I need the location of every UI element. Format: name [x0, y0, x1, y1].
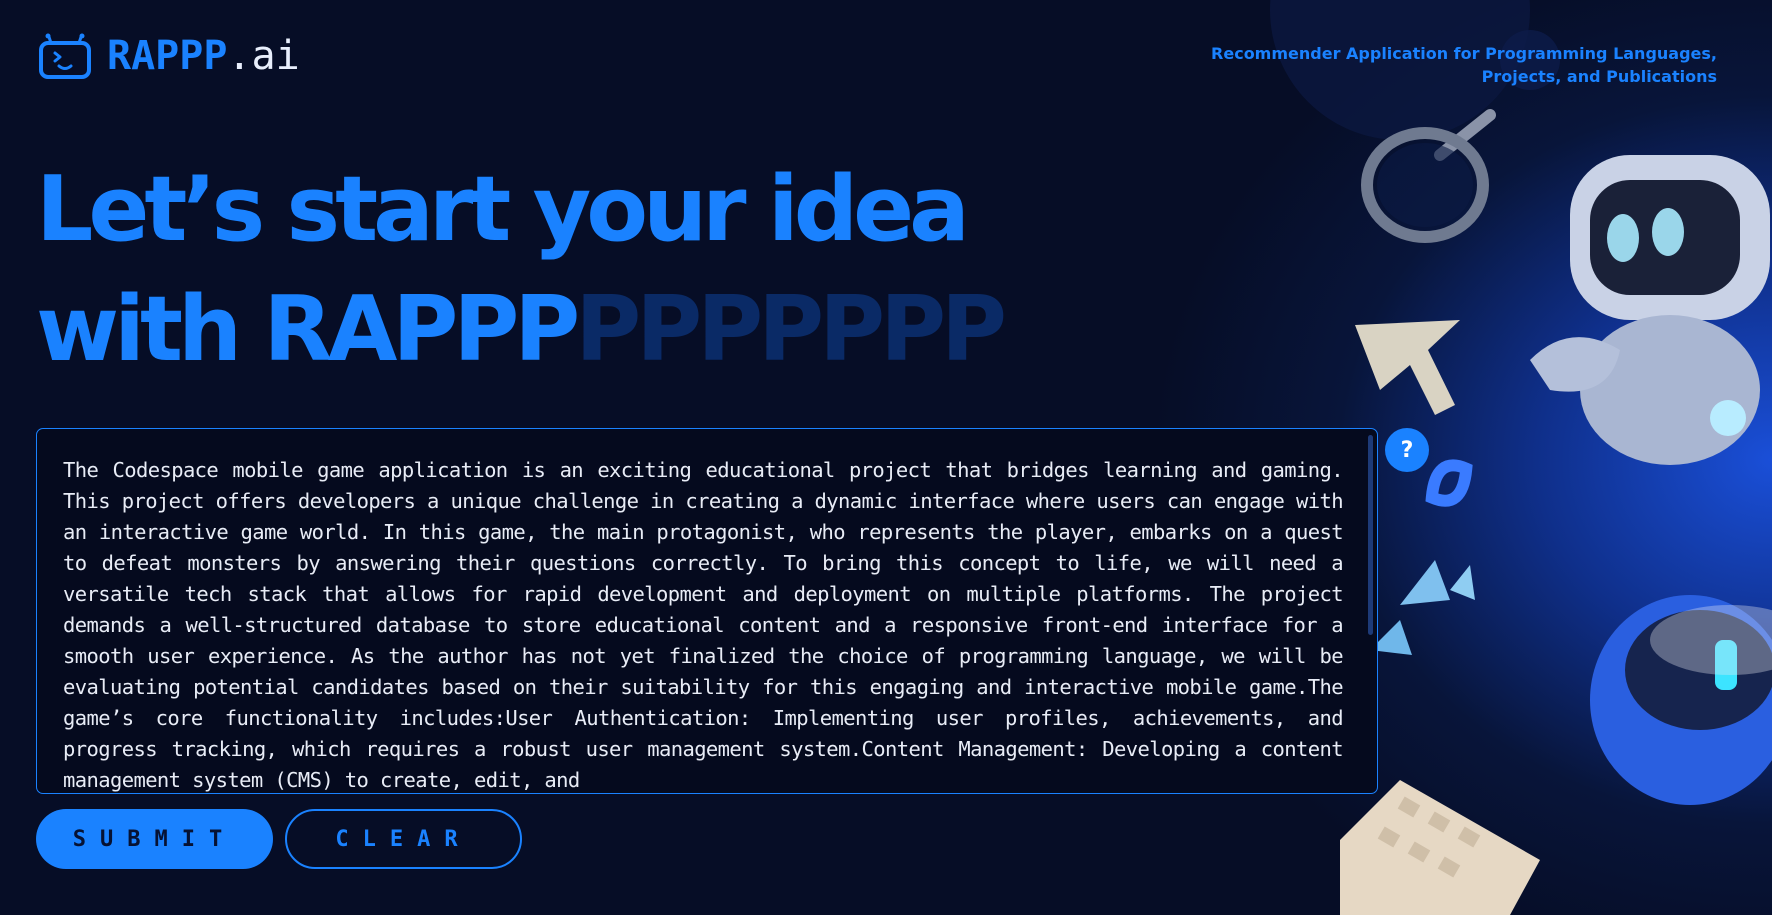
- hero-line-1: Let’s start your idea: [36, 157, 970, 262]
- help-button[interactable]: ?: [1385, 428, 1429, 472]
- brand-name: RAPPP.ai: [107, 36, 300, 76]
- robot-illustration: [1340, 109, 1772, 915]
- brand-name-suffix: .ai: [227, 33, 300, 79]
- page: RAPPP.ai Recommender Application for Pro…: [0, 0, 1772, 915]
- help-icon: ?: [1400, 437, 1414, 463]
- clear-button[interactable]: CLEAR: [285, 809, 522, 869]
- hero-heading: Let’s start your idea with RAPPPPPPPPPP: [36, 150, 1007, 390]
- idea-textarea-content[interactable]: The Codespace mobile game application is…: [63, 455, 1344, 793]
- hero-line-2-main: with RAPPP: [36, 277, 580, 382]
- brand-tagline: Recommender Application for Programming …: [1211, 44, 1717, 86]
- brand-name-main: RAPPP: [107, 33, 228, 79]
- idea-textarea[interactable]: The Codespace mobile game application is…: [36, 428, 1378, 794]
- brand-logo[interactable]: RAPPP.ai: [37, 33, 300, 79]
- submit-button[interactable]: SUBMIT: [36, 809, 273, 869]
- robot-logo-icon: [39, 33, 91, 79]
- hero-line-2-fade: PPPPPPP: [575, 277, 1007, 382]
- textarea-scrollbar[interactable]: [1368, 435, 1373, 635]
